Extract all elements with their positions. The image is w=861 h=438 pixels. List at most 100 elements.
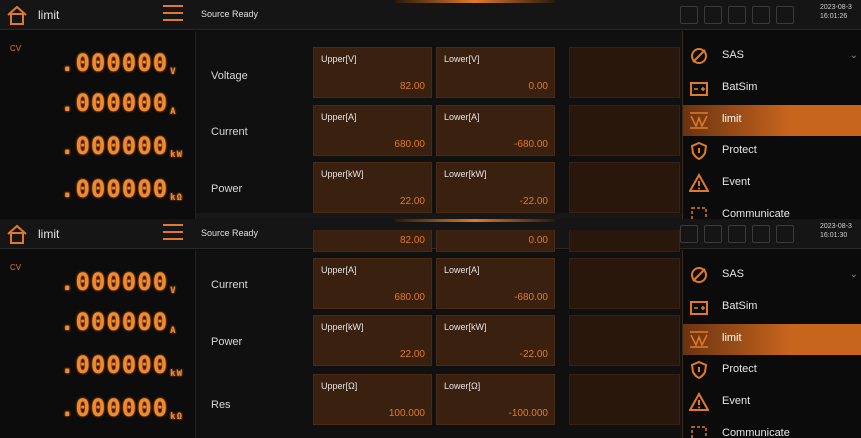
chevron-down-icon[interactable]: ⌄ bbox=[850, 269, 858, 280]
empty-field bbox=[569, 315, 680, 366]
lower-field[interactable]: 0.00 bbox=[436, 230, 555, 252]
page-title: limit bbox=[38, 8, 60, 22]
field-value: 680.00 bbox=[394, 139, 425, 150]
menu-item-batsim[interactable]: BatSim bbox=[683, 73, 861, 104]
field-value: 82.00 bbox=[399, 235, 425, 246]
row-label: Voltage bbox=[211, 70, 248, 82]
sas-icon bbox=[691, 48, 707, 64]
field-label: Upper[A] bbox=[321, 265, 357, 275]
menu-item-protect[interactable]: Protect bbox=[683, 355, 861, 386]
menu-item-batsim[interactable]: BatSim bbox=[683, 292, 861, 323]
upper-field[interactable]: Upper[Ω] 100.000 bbox=[313, 374, 432, 425]
menu-item-limit[interactable]: limit bbox=[683, 105, 861, 136]
clock-date: 2023-08-3 bbox=[820, 223, 852, 230]
menu-item-sas[interactable]: SAS ⌄ bbox=[683, 41, 861, 72]
menu-item-limit[interactable]: limit bbox=[683, 324, 861, 355]
home-icon[interactable] bbox=[6, 224, 28, 244]
resistance-reading: .000000 kΩ bbox=[60, 175, 183, 203]
menu-item-communicate[interactable]: Communicate bbox=[683, 419, 861, 438]
resistance-unit: kΩ bbox=[170, 193, 183, 203]
power-value: .000000 bbox=[60, 351, 169, 379]
status-icons bbox=[680, 6, 810, 26]
clock: 2023-08-3 16:01:26 bbox=[820, 3, 861, 21]
hamburger-menu-icon[interactable] bbox=[163, 224, 183, 242]
field-value: 680.00 bbox=[394, 292, 425, 303]
lan-status-icon bbox=[728, 6, 746, 24]
voltage-value: .000000 bbox=[60, 268, 169, 296]
keylock-status-icon bbox=[776, 6, 794, 24]
clock-date: 2023-08-3 bbox=[820, 4, 852, 11]
remote-status-icon bbox=[680, 6, 698, 24]
upper-field[interactable]: Upper[A] 680.00 bbox=[313, 105, 432, 156]
shield-icon bbox=[690, 360, 708, 380]
lower-field[interactable]: Lower[V] 0.00 bbox=[436, 47, 555, 98]
menu-item-protect[interactable]: Protect bbox=[683, 136, 861, 167]
status-text: Source Ready bbox=[201, 9, 259, 19]
top-accent-line bbox=[395, 219, 555, 222]
row-label: Res bbox=[211, 399, 231, 411]
lower-field[interactable]: Lower[Ω] -100.000 bbox=[436, 374, 555, 425]
menu-item-label: limit bbox=[722, 332, 742, 344]
page-title: limit bbox=[38, 227, 60, 241]
screenshot-top: limit Source Ready 2023-08-3 16:01:26 CV… bbox=[0, 0, 861, 219]
voltage-unit: V bbox=[170, 286, 177, 296]
chevron-down-icon[interactable]: ⌄ bbox=[850, 50, 858, 61]
menu-item-label: Communicate bbox=[722, 208, 790, 219]
lower-field[interactable]: Lower[kW] -22.00 bbox=[436, 315, 555, 366]
upper-field[interactable]: Upper[kW] 22.00 bbox=[313, 315, 432, 366]
field-value: -680.00 bbox=[514, 292, 548, 303]
field-label: Upper[Ω] bbox=[321, 381, 358, 391]
current-value: .000000 bbox=[60, 89, 169, 117]
upper-field[interactable]: Upper[A] 680.00 bbox=[313, 258, 432, 309]
field-value: 82.00 bbox=[399, 81, 425, 92]
field-label: Lower[V] bbox=[444, 54, 480, 64]
menu-item-sas[interactable]: SAS ⌄ bbox=[683, 260, 861, 291]
field-label: Upper[A] bbox=[321, 112, 357, 122]
menu-item-communicate[interactable]: Communicate bbox=[683, 200, 861, 219]
field-label: Upper[kW] bbox=[321, 169, 364, 179]
limit-parameters: 82.00 0.00 Current Upper[A] 680.00 Lower… bbox=[196, 230, 682, 438]
current-unit: A bbox=[170, 107, 177, 117]
communicate-icon bbox=[691, 207, 707, 219]
menu-item-label: SAS bbox=[722, 49, 745, 61]
keylock-status-icon bbox=[776, 225, 794, 243]
empty-field bbox=[569, 230, 680, 252]
battery-icon bbox=[690, 82, 708, 96]
param-row-power: Power Upper[kW] 22.00 Lower[kW] -22.00 bbox=[196, 315, 682, 377]
lower-field[interactable]: Lower[A] -680.00 bbox=[436, 105, 555, 156]
screenshot-bottom: limit Source Ready 2023-08-3 16:01:30 CV… bbox=[0, 219, 861, 438]
menu-item-label: Event bbox=[722, 176, 751, 188]
menu-item-event[interactable]: Event bbox=[683, 168, 861, 199]
resistance-reading: .000000 kΩ bbox=[60, 394, 183, 422]
field-value: 100.000 bbox=[388, 408, 425, 419]
field-value: -22.00 bbox=[519, 349, 548, 360]
empty-field bbox=[569, 162, 680, 213]
field-value: 22.00 bbox=[399, 196, 425, 207]
param-row-current: Current Upper[A] 680.00 Lower[A] -680.00 bbox=[196, 258, 682, 320]
top-accent-line bbox=[395, 0, 555, 3]
communicate-icon bbox=[691, 426, 707, 438]
menu-item-label: BatSim bbox=[722, 81, 758, 93]
lower-field[interactable]: Lower[A] -680.00 bbox=[436, 258, 555, 309]
hamburger-menu-icon[interactable] bbox=[163, 5, 183, 23]
resistance-unit: kΩ bbox=[170, 412, 183, 422]
upper-field[interactable]: Upper[kW] 22.00 bbox=[313, 162, 432, 213]
menu-item-label: Event bbox=[722, 395, 751, 407]
param-row-voltage-partial: 82.00 0.00 bbox=[196, 230, 682, 252]
lower-field[interactable]: Lower[kW] -22.00 bbox=[436, 162, 555, 213]
menu-item-event[interactable]: Event bbox=[683, 387, 861, 418]
mode-indicator: CV bbox=[10, 263, 22, 272]
sas-icon bbox=[691, 267, 707, 283]
param-row-res: Res Upper[Ω] 100.000 Lower[Ω] -100.000 bbox=[196, 374, 682, 436]
upper-field[interactable]: 82.00 bbox=[313, 230, 432, 252]
lock-status-icon bbox=[704, 6, 722, 24]
lan-status-icon bbox=[728, 225, 746, 243]
power-reading: .000000 kW bbox=[60, 351, 183, 379]
home-icon[interactable] bbox=[6, 5, 28, 25]
field-value: 0.00 bbox=[528, 81, 548, 92]
usb-status-icon bbox=[752, 6, 770, 24]
upper-field[interactable]: Upper[V] 82.00 bbox=[313, 47, 432, 98]
field-label: Lower[kW] bbox=[444, 322, 487, 332]
usb-status-icon bbox=[752, 225, 770, 243]
empty-field bbox=[569, 47, 680, 98]
